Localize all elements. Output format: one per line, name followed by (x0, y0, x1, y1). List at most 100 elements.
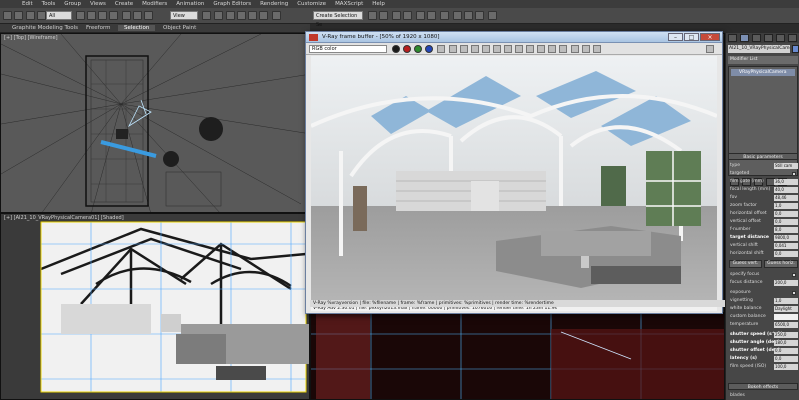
param-value[interactable]: 0,041 (774, 243, 798, 249)
param-value[interactable]: 1,0 (774, 203, 798, 209)
rotate-icon[interactable] (133, 11, 142, 20)
select-object-icon[interactable] (76, 11, 85, 20)
angle-snap-icon[interactable] (237, 11, 246, 20)
color-correction-icon[interactable] (537, 45, 545, 53)
lens-effects-icon[interactable] (559, 45, 567, 53)
menu-graph-editors[interactable]: Graph Editors (213, 1, 251, 7)
viewport-top[interactable]: [+] [Top] [Wireframe] (0, 33, 310, 213)
param-value[interactable]: 36,0 (774, 179, 798, 185)
edit-named-sets-icon[interactable] (272, 11, 281, 20)
viewport-right-bottom[interactable] (310, 313, 725, 400)
red-channel-dot[interactable] (403, 45, 411, 53)
rect-selection-icon[interactable] (98, 11, 107, 20)
schematic-view-icon[interactable] (427, 11, 436, 20)
pivot-icon[interactable] (202, 11, 211, 20)
menu-group[interactable]: Group (64, 1, 81, 7)
link-vfb-icon[interactable] (515, 45, 523, 53)
menu-edit[interactable]: Edit (22, 1, 33, 7)
display-tab-icon[interactable] (776, 34, 785, 42)
green-channel-dot[interactable] (414, 45, 422, 53)
stop-render-icon[interactable] (593, 45, 601, 53)
param-value[interactable]: Daylight (774, 306, 798, 312)
modifier-list-dropdown[interactable]: Modifier List (728, 56, 798, 64)
menu-customize[interactable]: Customize (297, 1, 326, 7)
clear-image-icon[interactable] (471, 45, 479, 53)
save-image-icon[interactable] (449, 45, 457, 53)
param-value[interactable]: 48,46 (774, 195, 798, 201)
selection-filter-dropdown[interactable]: All (46, 11, 72, 20)
minimize-button[interactable]: – (668, 33, 683, 41)
object-color-swatch[interactable] (792, 45, 799, 53)
graphite-toggle-icon[interactable] (403, 11, 412, 20)
vfb-titlebar[interactable]: V-Ray frame buffer - [50% of 1920 x 1080… (306, 32, 722, 43)
param-value[interactable]: 8,0 (774, 227, 798, 233)
select-manipulate-icon[interactable] (214, 11, 223, 20)
unlink-icon[interactable] (37, 11, 46, 20)
redo-icon[interactable] (14, 11, 23, 20)
targeted-checkbox[interactable] (792, 172, 796, 176)
param-value[interactable]: 0,0 (774, 211, 798, 217)
guess-horiz-button[interactable]: Guess horiz. (764, 260, 798, 268)
viewport-persp-label[interactable]: [+] [AI21_10_VRayPhysicalCamera01] [Shad… (4, 215, 124, 221)
param-value[interactable]: 0,0 (774, 251, 798, 257)
hierarchy-tab-icon[interactable] (752, 34, 761, 42)
region-render-icon[interactable] (504, 45, 512, 53)
param-value[interactable]: 9800,0 (774, 235, 798, 241)
rollout-basic-parameters[interactable]: Basic parameters (728, 153, 798, 160)
specify-focus-checkbox[interactable] (792, 273, 796, 277)
create-tab-icon[interactable] (728, 34, 737, 42)
menu-animation[interactable]: Animation (176, 1, 204, 7)
stack-item-vray-camera[interactable]: VRayPhysicalCamera (731, 69, 795, 76)
viewport-perspective[interactable]: [+] [AI21_10_VRayPhysicalCamera01] [Shad… (0, 213, 310, 400)
load-image-icon[interactable] (460, 45, 468, 53)
link-icon[interactable] (26, 11, 35, 20)
stamp-icon[interactable] (571, 45, 579, 53)
tab-object-paint[interactable]: Object Paint (163, 25, 196, 31)
param-value[interactable]: 250,0 (774, 332, 798, 338)
history-icon[interactable] (548, 45, 556, 53)
maximize-button[interactable]: □ (684, 33, 699, 41)
menu-create[interactable]: Create (115, 1, 133, 7)
track-mouse-icon[interactable] (493, 45, 501, 53)
render-setup-icon[interactable] (453, 11, 462, 20)
guess-vert-button[interactable]: Guess vert. (729, 260, 762, 268)
curve-editor-icon[interactable] (416, 11, 425, 20)
mirror-icon[interactable] (368, 11, 377, 20)
param-value[interactable]: 0,0 (774, 348, 798, 354)
layer-manager-icon[interactable] (392, 11, 401, 20)
channel-select[interactable]: RGB color (309, 45, 387, 53)
param-value[interactable]: 200,0 (774, 280, 798, 286)
menu-rendering[interactable]: Rendering (260, 1, 288, 7)
vray-icon[interactable] (488, 11, 497, 20)
viewport-top-label[interactable]: [+] [Top] [Wireframe] (4, 35, 58, 41)
move-icon[interactable] (122, 11, 131, 20)
align-icon[interactable] (379, 11, 388, 20)
scale-icon[interactable] (144, 11, 153, 20)
spinner-snap-icon[interactable] (259, 11, 268, 20)
render-production-icon[interactable] (475, 11, 484, 20)
material-editor-icon[interactable] (440, 11, 449, 20)
param-value[interactable]: 40,0 (774, 187, 798, 193)
menu-tools[interactable]: Tools (42, 1, 56, 7)
duplicate-to-mfb-icon[interactable] (482, 45, 490, 53)
object-name-field[interactable]: AI21_10_VRayPhysicalCamer (728, 45, 790, 53)
menu-maxscript[interactable]: MAXScript (335, 1, 363, 7)
pixel-info-icon[interactable] (526, 45, 534, 53)
rendered-image[interactable] (311, 56, 717, 311)
menu-modifiers[interactable]: Modifiers (142, 1, 167, 7)
custom-balance-swatch[interactable] (774, 314, 798, 320)
menu-help[interactable]: Help (372, 1, 385, 7)
reference-coord-dropdown[interactable]: View (170, 11, 198, 20)
percent-snap-icon[interactable] (248, 11, 257, 20)
render-last-icon[interactable] (582, 45, 590, 53)
snap-icon[interactable] (226, 11, 235, 20)
tab-selection[interactable]: Selection (118, 25, 156, 31)
param-value[interactable]: 0,0 (774, 356, 798, 362)
param-value[interactable]: 6500,0 (774, 322, 798, 328)
window-crossing-icon[interactable] (109, 11, 118, 20)
param-value[interactable]: 1,0 (774, 298, 798, 304)
param-value[interactable]: 100,0 (774, 364, 798, 370)
menu-views[interactable]: Views (90, 1, 106, 7)
select-by-name-icon[interactable] (87, 11, 96, 20)
param-value[interactable]: 0,0 (774, 219, 798, 225)
